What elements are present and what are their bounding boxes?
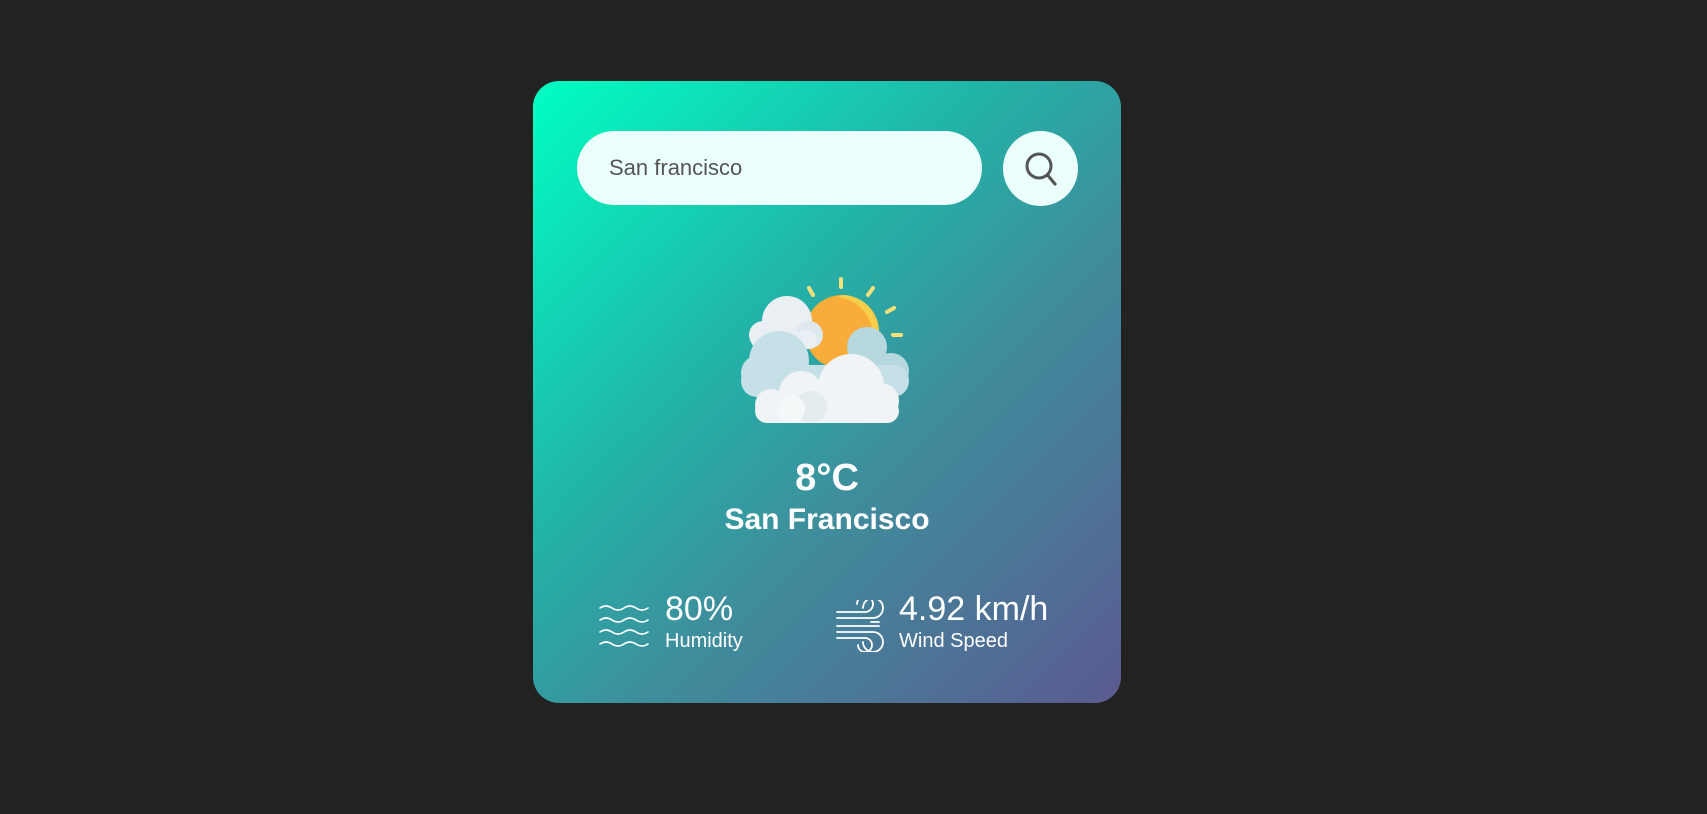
- search-input[interactable]: [577, 131, 982, 205]
- wind-detail: 4.92 km/h Wind Speed: [835, 592, 1095, 658]
- humidity-label: Humidity: [665, 630, 743, 652]
- wind-speed-label: Wind Speed: [899, 630, 1008, 652]
- weather-card: 8°C San Francisco 80% Humidity 4.92 k: [533, 81, 1121, 703]
- search-bar: [577, 131, 1078, 206]
- humidity-waves-icon: [599, 605, 649, 647]
- wind-icon: [836, 600, 884, 652]
- search-button[interactable]: [1003, 131, 1078, 206]
- temperature: 8°C: [795, 457, 859, 499]
- partly-cloudy-sun-icon: [741, 277, 909, 423]
- humidity-detail: 80% Humidity: [599, 592, 799, 658]
- wind-speed-value: 4.92 km/h: [899, 590, 1049, 628]
- humidity-value: 80%: [665, 590, 734, 628]
- search-icon: [1025, 152, 1057, 186]
- city-name: San Francisco: [724, 503, 930, 536]
